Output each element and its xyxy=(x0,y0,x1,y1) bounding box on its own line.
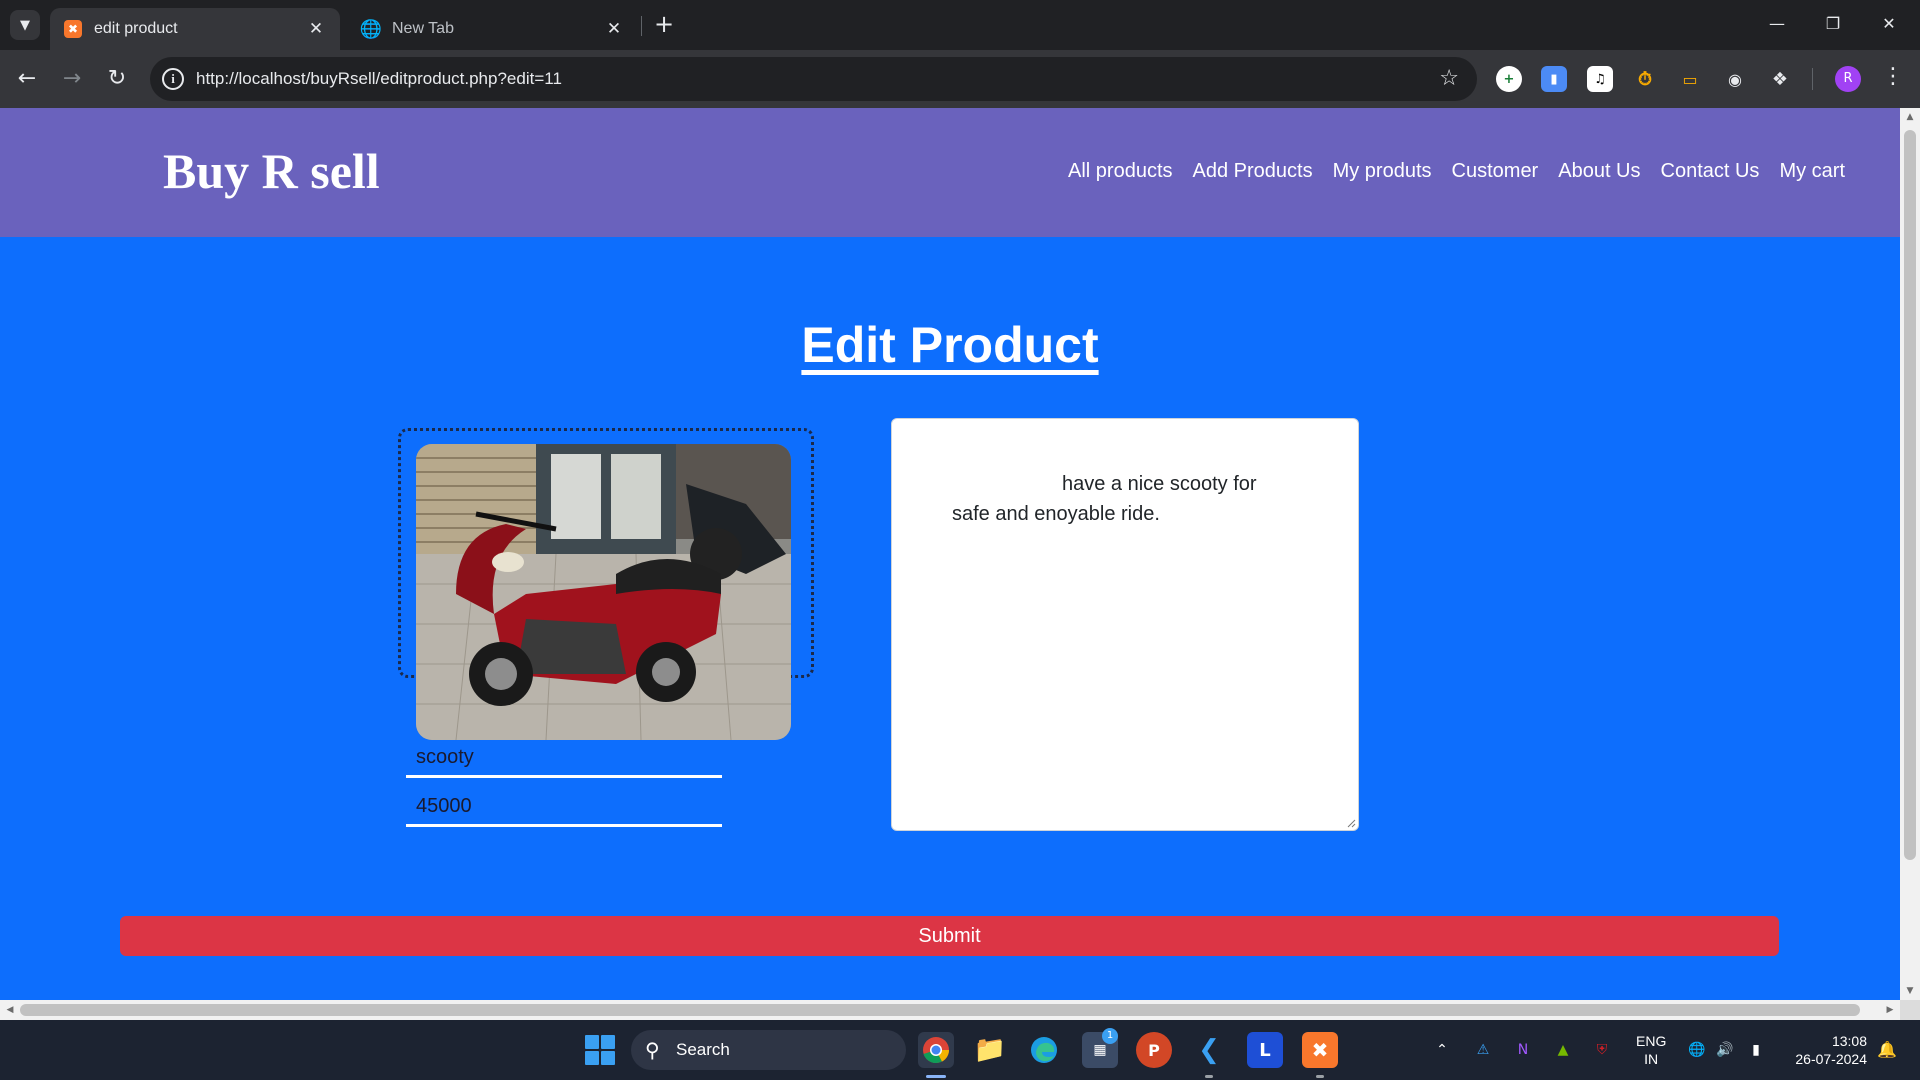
close-window-icon[interactable]: ✕ xyxy=(1866,8,1912,40)
product-description-textarea[interactable]: have a nice scooty for safe and enoyable… xyxy=(891,418,1359,831)
new-tab-button[interactable]: + xyxy=(650,10,678,38)
tab-divider xyxy=(641,16,642,36)
tab-edit-product[interactable]: ✖ edit product ✕ xyxy=(50,8,340,50)
language-indicator[interactable]: ENG IN xyxy=(1636,1032,1666,1068)
close-tab-icon[interactable]: ✕ xyxy=(604,19,624,39)
tab-title: edit product xyxy=(94,20,178,37)
vscode-taskbar-icon[interactable]: ❮ xyxy=(1191,1032,1227,1068)
scroll-right-icon[interactable]: ▶ xyxy=(1880,1000,1900,1020)
resize-grip-icon[interactable] xyxy=(1346,818,1356,828)
nav-contact-us[interactable]: Contact Us xyxy=(1661,160,1760,183)
incognito-extension-icon[interactable]: ◉ xyxy=(1722,66,1748,92)
extensions-puzzle-icon[interactable]: ❖ xyxy=(1767,66,1793,92)
site-brand[interactable]: Buy R sell xyxy=(163,144,380,199)
browser-tab-strip: ▼ ✖ edit product ✕ 🌐 New Tab ✕ + — ❐ ✕ xyxy=(0,0,1920,50)
tray-overflow-chevron-icon[interactable]: ⌃ xyxy=(1432,1040,1452,1060)
product-name-input[interactable] xyxy=(406,740,722,778)
scooter-photo xyxy=(416,444,791,740)
submit-button[interactable]: Submit xyxy=(120,916,1779,956)
bookmark-star-icon[interactable]: ☆ xyxy=(1439,66,1459,91)
search-icon: ⚲ xyxy=(645,1040,660,1062)
scroll-down-icon[interactable]: ▼ xyxy=(1900,982,1920,1000)
chrome-taskbar-icon[interactable] xyxy=(918,1032,954,1068)
clock-date: 26-07-2024 xyxy=(1795,1051,1867,1067)
cast-extension-icon[interactable]: ▭ xyxy=(1677,66,1703,92)
nvidia-tray-icon[interactable]: ▲ xyxy=(1553,1040,1573,1060)
horizontal-scrollbar[interactable]: ◀ ▶ xyxy=(0,1000,1900,1020)
nav-add-products[interactable]: Add Products xyxy=(1193,160,1313,183)
taskbar-search-label: Search xyxy=(676,1040,730,1059)
globe-icon: 🌐 xyxy=(359,18,383,40)
windows-taskbar: ⚲ Search 📁 ▦ 1 P ❮ L ✖ ⌃ ⚠ N ▲ ⛨ ENG IN … xyxy=(0,1020,1920,1080)
chrome-active-indicator xyxy=(926,1075,946,1078)
site-header: Buy R sell All products Add Products My … xyxy=(0,108,1900,237)
clock-time: 13:08 xyxy=(1831,1033,1867,1049)
nav-customer[interactable]: Customer xyxy=(1452,160,1539,183)
timer-extension-icon[interactable]: ⏱ xyxy=(1632,66,1658,92)
volume-icon[interactable]: 🔊 xyxy=(1715,1040,1735,1060)
taskbar-search[interactable]: ⚲ Search xyxy=(631,1030,906,1070)
nav-about-us[interactable]: About Us xyxy=(1558,160,1640,183)
product-image xyxy=(416,444,791,740)
l-app-taskbar-icon[interactable]: L xyxy=(1247,1032,1283,1068)
tiktok-extension-icon[interactable]: ♫ xyxy=(1587,66,1613,92)
onenote-tray-icon[interactable]: N xyxy=(1513,1040,1533,1060)
forward-icon[interactable]: → xyxy=(57,64,87,94)
restore-icon[interactable]: ❐ xyxy=(1810,8,1856,40)
scroll-up-icon[interactable]: ▲ xyxy=(1900,108,1920,126)
battery-icon[interactable]: ▮ xyxy=(1746,1040,1766,1060)
xampp-open-indicator xyxy=(1316,1075,1324,1078)
browser-toolbar: ← → ↻ i http://localhost/buyRsell/editpr… xyxy=(0,50,1920,108)
toolbar-divider xyxy=(1812,68,1813,90)
close-tab-icon[interactable]: ✕ xyxy=(306,19,326,39)
back-icon[interactable]: ← xyxy=(12,64,42,94)
nav-all-products[interactable]: All products xyxy=(1068,160,1173,183)
mcafee-tray-icon[interactable]: ⛨ xyxy=(1592,1040,1612,1060)
tab-new-tab[interactable]: 🌐 New Tab ✕ xyxy=(348,8,638,50)
nav-my-cart[interactable]: My cart xyxy=(1779,160,1845,183)
minimize-icon[interactable]: — xyxy=(1754,8,1800,40)
site-info-icon[interactable]: i xyxy=(162,68,184,90)
main-nav: All products Add Products My produts Cus… xyxy=(1068,160,1845,183)
profile-avatar[interactable]: R xyxy=(1835,66,1861,92)
page-title: Edit Product xyxy=(801,317,1099,373)
add-extension-icon[interactable]: + xyxy=(1496,66,1522,92)
nav-my-products[interactable]: My produts xyxy=(1333,160,1432,183)
docs-extension-icon[interactable]: ▮ xyxy=(1541,66,1567,92)
address-bar[interactable]: i http://localhost/buyRsell/editproduct.… xyxy=(150,57,1477,101)
system-clock[interactable]: 13:08 26-07-2024 xyxy=(1783,1032,1867,1068)
vertical-scrollbar[interactable]: ▲ ▼ xyxy=(1900,108,1920,1000)
defender-warning-icon[interactable]: ⚠ xyxy=(1473,1040,1493,1060)
reload-icon[interactable]: ↻ xyxy=(102,64,132,94)
scrollbar-corner xyxy=(1900,1000,1920,1020)
scroll-left-icon[interactable]: ◀ xyxy=(0,1000,20,1020)
xampp-taskbar-icon[interactable]: ✖ xyxy=(1302,1032,1338,1068)
tab-title: New Tab xyxy=(392,20,454,37)
product-price-input[interactable] xyxy=(406,789,722,827)
store-badge: 1 xyxy=(1102,1028,1118,1044)
network-globe-icon[interactable]: 🌐 xyxy=(1687,1040,1707,1060)
url-text[interactable]: http://localhost/buyRsell/editproduct.ph… xyxy=(196,69,562,89)
vscode-open-indicator xyxy=(1205,1075,1213,1078)
edge-taskbar-icon[interactable] xyxy=(1026,1032,1062,1068)
page-viewport: Buy R sell All products Add Products My … xyxy=(0,108,1900,1000)
horizontal-scroll-thumb[interactable] xyxy=(20,1004,1860,1016)
xampp-favicon-icon: ✖ xyxy=(64,20,82,38)
notification-bell-icon[interactable]: 🔔 xyxy=(1877,1040,1897,1059)
vertical-scroll-thumb[interactable] xyxy=(1904,130,1916,860)
browser-menu-icon[interactable]: ⋮ xyxy=(1880,64,1906,89)
windows-start-icon[interactable] xyxy=(585,1035,615,1065)
file-explorer-icon[interactable]: 📁 xyxy=(972,1032,1008,1068)
tab-search-button[interactable]: ▼ xyxy=(10,10,40,40)
powerpoint-taskbar-icon[interactable]: P xyxy=(1136,1032,1172,1068)
language-code: ENG xyxy=(1636,1033,1667,1049)
region-code: IN xyxy=(1644,1051,1659,1067)
